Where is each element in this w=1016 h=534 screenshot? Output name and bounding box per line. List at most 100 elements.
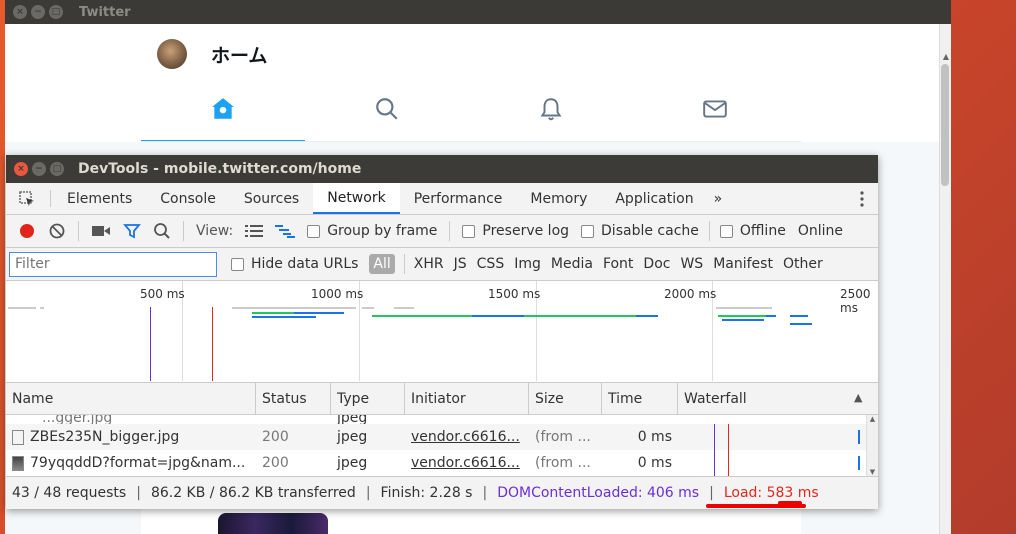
tab-network[interactable]: Network <box>313 183 400 214</box>
dcl-line <box>714 424 715 450</box>
table-row[interactable]: ZBEs235N_bigger.jpg 200 jpeg vendor.c661… <box>6 424 866 450</box>
filter-type-xhr[interactable]: XHR <box>414 256 444 272</box>
table-scrollbar[interactable]: ▲ ▼ <box>866 415 878 476</box>
tab-console[interactable]: Console <box>146 183 230 214</box>
filter-type-img[interactable]: Img <box>514 256 541 272</box>
column-name[interactable]: Name <box>6 383 256 415</box>
scrollbar-thumb[interactable] <box>941 64 949 186</box>
filter-type-other[interactable]: Other <box>783 256 823 272</box>
load-line <box>728 424 729 450</box>
filter-type-css[interactable]: CSS <box>477 256 505 272</box>
checkbox[interactable] <box>231 257 244 271</box>
page-scrollbar[interactable]: ▲ <box>939 24 951 534</box>
table-row[interactable]: 79yqqddD?format=jpg&nam... 200 jpeg vend… <box>6 450 866 476</box>
tweet-media-image[interactable] <box>218 513 328 534</box>
large-rows-icon[interactable] <box>245 224 264 238</box>
view-label: View: <box>196 223 234 239</box>
overview-tick-label: 2500 ms <box>840 287 871 315</box>
offline-checkbox[interactable]: Offline <box>719 223 786 239</box>
overview-bar <box>294 312 344 314</box>
transferred-size: 86.2 KB / 86.2 KB transferred <box>150 485 356 501</box>
table-row[interactable]: ...gger.jpg jpeg <box>6 415 866 424</box>
throttling-select[interactable]: Online <box>798 223 843 239</box>
filter-input[interactable] <box>9 251 217 277</box>
column-time[interactable]: Time <box>602 383 678 415</box>
tab-home[interactable] <box>141 86 305 142</box>
filter-type-font[interactable]: Font <box>603 256 633 272</box>
filter-type-media[interactable]: Media <box>551 256 593 272</box>
overview-bar <box>40 307 44 309</box>
filter-type-manifest[interactable]: Manifest <box>713 256 773 272</box>
file-icon <box>12 429 24 445</box>
group-by-frame-checkbox[interactable]: Group by frame <box>307 223 437 239</box>
close-icon[interactable]: × <box>13 5 27 19</box>
tab-memory[interactable]: Memory <box>516 183 601 214</box>
overview-bar <box>472 315 524 317</box>
request-waterfall <box>678 424 866 450</box>
search-icon[interactable] <box>153 222 171 240</box>
tab-application[interactable]: Application <box>601 183 707 214</box>
minimize-icon[interactable]: − <box>31 5 45 19</box>
column-waterfall[interactable]: Waterfall <box>678 383 878 415</box>
column-initiator[interactable]: Initiator <box>405 383 529 415</box>
network-overview[interactable]: 500 ms 1000 ms 1500 ms 2000 ms 2500 ms <box>6 281 878 383</box>
overview-bar <box>394 307 414 309</box>
table-header: Name Status Type Initiator Size Time Wat… <box>6 383 878 415</box>
filter-type-doc[interactable]: Doc <box>643 256 670 272</box>
tab-notifications[interactable] <box>469 86 633 142</box>
dcl-line <box>714 450 715 476</box>
divider <box>449 221 451 241</box>
tab-performance[interactable]: Performance <box>400 183 517 214</box>
filter-icon[interactable] <box>123 222 141 240</box>
overview-bar <box>524 315 636 317</box>
kebab-menu-icon[interactable] <box>846 183 878 214</box>
devtools-tabbar: Elements Console Sources Network Perform… <box>6 183 878 215</box>
column-status[interactable]: Status <box>256 383 331 415</box>
request-name: ZBEs235N_bigger.jpg <box>30 429 180 445</box>
divider <box>183 221 184 241</box>
scroll-up-icon[interactable]: ▲ <box>943 52 949 61</box>
request-name: ...gger.jpg <box>42 415 113 424</box>
more-tabs-button[interactable]: » <box>708 183 729 214</box>
inspect-element-icon[interactable] <box>6 183 48 214</box>
scroll-up-icon[interactable]: ▲ <box>867 415 878 423</box>
requests-table: Name Status Type Initiator Size Time Wat… <box>6 383 878 476</box>
hide-data-urls-checkbox[interactable]: Hide data URLs <box>231 256 358 272</box>
tab-search[interactable] <box>305 86 469 142</box>
sort-ascending-icon[interactable]: ▲ <box>854 391 862 404</box>
request-count: 43 / 48 requests <box>12 485 127 501</box>
minimize-icon[interactable]: − <box>32 162 46 176</box>
maximize-icon[interactable]: □ <box>49 5 63 19</box>
preserve-log-checkbox[interactable]: Preserve log <box>462 223 569 239</box>
checkbox[interactable] <box>307 224 321 238</box>
checkbox[interactable] <box>719 224 733 238</box>
close-icon[interactable]: × <box>14 162 28 176</box>
disable-cache-checkbox[interactable]: Disable cache <box>581 223 699 239</box>
video-camera-icon[interactable] <box>91 224 111 238</box>
tab-messages[interactable] <box>633 86 797 142</box>
clear-icon[interactable] <box>48 222 66 240</box>
overview-waterfall-icon[interactable] <box>275 224 296 238</box>
maximize-icon[interactable]: □ <box>50 162 64 176</box>
home-icon <box>212 98 234 119</box>
record-icon[interactable] <box>18 222 36 240</box>
tab-elements[interactable]: Elements <box>53 183 146 214</box>
filter-type-ws[interactable]: WS <box>680 256 703 272</box>
overview-bar <box>790 323 812 325</box>
column-type[interactable]: Type <box>331 383 405 415</box>
checkbox[interactable] <box>462 224 476 238</box>
load-time: Load: 583 ms <box>723 485 819 501</box>
avatar[interactable] <box>157 39 187 69</box>
column-size[interactable]: Size <box>529 383 602 415</box>
overview-bar <box>372 315 472 317</box>
overview-bar <box>790 315 808 317</box>
request-initiator[interactable]: vendor.c6616... <box>405 450 529 476</box>
scroll-down-icon[interactable]: ▼ <box>867 468 878 476</box>
checkbox[interactable] <box>581 224 595 238</box>
filter-type-all[interactable]: All <box>369 254 395 274</box>
overview-bar <box>716 307 772 309</box>
filter-type-js[interactable]: JS <box>454 256 467 272</box>
overview-bar <box>636 315 658 317</box>
tab-sources[interactable]: Sources <box>230 183 313 214</box>
request-initiator[interactable]: vendor.c6616... <box>405 424 529 450</box>
